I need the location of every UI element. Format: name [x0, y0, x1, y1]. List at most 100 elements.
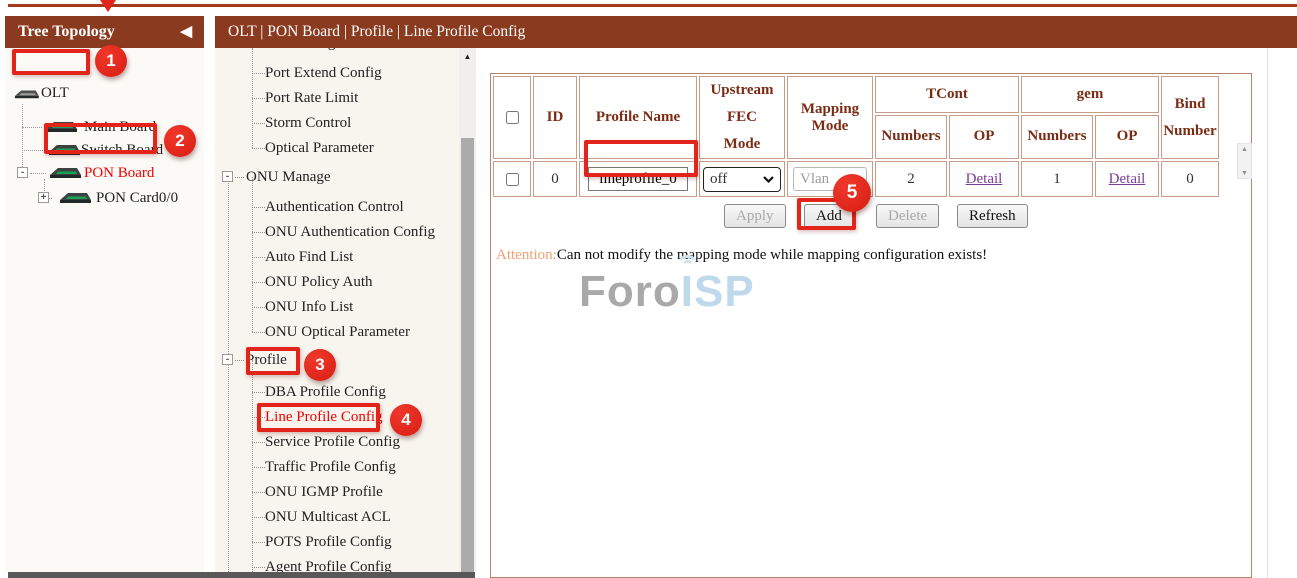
tree-branch-icon	[252, 492, 265, 493]
col-group-tcont: TCont	[875, 76, 1019, 113]
tree-branch-icon	[252, 73, 265, 74]
tree-branch-icon	[235, 360, 244, 361]
row-checkbox[interactable]	[506, 173, 519, 186]
row-scrollbar[interactable]: ▲ ▼	[1237, 143, 1252, 179]
row-tcont-numbers-cell: 2	[875, 161, 947, 197]
foroisp-watermark: ForoISP	[579, 267, 755, 317]
chevron-down-icon	[763, 176, 774, 183]
col-header-mapping-mode: Mapping Mode	[787, 76, 873, 159]
menu-item-onu-manage[interactable]: - ONU Manage	[215, 165, 455, 189]
tree-node-olt[interactable]: OLT	[5, 82, 204, 104]
menu-item-agent-profile-config[interactable]: Agent Profile Config	[215, 555, 455, 572]
col-header-id: ID	[533, 76, 577, 159]
menu-item-onu-optical-parameter[interactable]: ONU Optical Parameter	[215, 320, 455, 344]
select-all-header-cell	[493, 76, 531, 159]
menu-item-port-config[interactable]: Port Config	[215, 48, 455, 55]
menu-item-onu-info-list[interactable]: ONU Info List	[215, 295, 455, 319]
menu-item-dba-profile-config[interactable]: DBA Profile Config	[215, 380, 455, 404]
tree-node-label: PON Board	[84, 162, 154, 184]
col-header-gem-numbers: Numbers	[1021, 115, 1093, 159]
scroll-up-icon[interactable]: ▲	[1238, 145, 1251, 153]
menu-item-onu-multicast-acl[interactable]: ONU Multicast ACL	[215, 505, 455, 529]
menu-item-onu-igmp-profile[interactable]: ONU IGMP Profile	[215, 480, 455, 504]
collapse-expander-icon[interactable]: -	[222, 354, 233, 365]
board-device-icon	[44, 120, 78, 133]
row-id-cell: 0	[533, 161, 577, 197]
step-badge-2: 2	[164, 125, 196, 157]
bottom-bar	[8, 572, 475, 578]
board-device-icon	[48, 166, 82, 179]
refresh-button[interactable]: Refresh	[957, 204, 1028, 228]
tree-branch-icon	[252, 442, 265, 443]
menu-item-port-rate-limit[interactable]: Port Rate Limit	[215, 86, 455, 110]
tcont-detail-link[interactable]: Detail	[966, 171, 1003, 187]
attention-note: Attention:Can not modify the mapping mod…	[496, 247, 987, 264]
step-badge-4: 4	[390, 404, 422, 436]
tree-branch-icon	[252, 123, 265, 124]
tree-node-label: PON Card0/0	[96, 187, 178, 209]
menu-item-service-profile-config[interactable]: Service Profile Config	[215, 430, 455, 454]
tree-branch-icon	[252, 417, 265, 418]
col-group-gem: gem	[1021, 76, 1159, 113]
breadcrumb: OLT | PON Board | Profile | Line Profile…	[215, 16, 1297, 48]
tree-node-label: Switch Board	[81, 139, 163, 161]
menu-item-pots-profile-config[interactable]: POTS Profile Config	[215, 530, 455, 554]
annotation-line	[8, 4, 1297, 7]
step-badge-5: 5	[833, 174, 871, 212]
row-gem-op-cell: Detail	[1095, 161, 1159, 197]
tree-branch-icon	[252, 392, 265, 393]
col-header-bind-number: Bind Number	[1161, 76, 1219, 159]
step-badge-1: 1	[95, 45, 127, 77]
tree-branch-icon	[252, 257, 265, 258]
profile-name-input[interactable]	[588, 167, 688, 191]
tree-topology-header: Tree Topology ◀	[5, 16, 204, 48]
col-header-gem-op: OP	[1095, 115, 1159, 159]
row-tcont-op-cell: Detail	[949, 161, 1019, 197]
annotation-arrow-icon	[100, 0, 116, 12]
col-header-upstream-fec: Upstream FEC Mode	[699, 76, 785, 159]
line-profile-config-panel: ID Profile Name Upstream FEC Mode Mappin…	[490, 73, 1252, 578]
scroll-up-icon[interactable]: ▲	[459, 52, 476, 61]
menu-item-onu-policy-auth[interactable]: ONU Policy Auth	[215, 270, 455, 294]
col-header-tcont-op: OP	[949, 115, 1019, 159]
row-select-cell	[493, 161, 531, 197]
menu-item-auto-find-list[interactable]: Auto Find List	[215, 245, 455, 269]
collapse-expander-icon[interactable]: -	[222, 171, 233, 182]
tree-branch-icon	[235, 177, 244, 178]
submenu-panel: Port Config Port Extend Config Port Rate…	[215, 48, 459, 572]
scrollbar-thumb[interactable]	[461, 138, 474, 572]
gem-detail-link[interactable]: Detail	[1109, 171, 1146, 187]
attention-label: Attention:	[496, 247, 557, 263]
tree-branch-icon	[252, 567, 265, 568]
divider	[1267, 48, 1268, 578]
col-header-profile-name: Profile Name	[579, 76, 697, 159]
row-bind-number-cell: 0	[1161, 161, 1219, 197]
upstream-fec-select[interactable]: off	[703, 167, 781, 192]
tree-branch-icon	[252, 332, 265, 333]
tree-node-pon-board[interactable]: PON Board	[5, 162, 204, 184]
tree-branch-icon	[252, 307, 265, 308]
delete-button[interactable]: Delete	[876, 204, 939, 228]
tree-node-label: Main Board	[84, 116, 156, 138]
collapse-panel-icon[interactable]: ◀	[180, 16, 192, 48]
menu-item-onu-authentication-config[interactable]: ONU Authentication Config	[215, 220, 455, 244]
menu-scrollbar[interactable]: ▲	[459, 48, 476, 572]
apply-button[interactable]: Apply	[724, 204, 786, 228]
panel-title: Tree Topology	[18, 23, 115, 40]
menu-item-storm-control[interactable]: Storm Control	[215, 111, 455, 135]
board-device-icon	[58, 191, 92, 204]
menu-item-traffic-profile-config[interactable]: Traffic Profile Config	[215, 455, 455, 479]
step-badge-3: 3	[304, 349, 336, 381]
tree-branch-icon	[252, 517, 265, 518]
tree-branch-icon	[252, 542, 265, 543]
scroll-down-icon[interactable]: ▼	[1238, 169, 1251, 177]
row-fec-cell: off	[699, 161, 785, 197]
tree-node-pon-card[interactable]: PON Card0/0	[5, 187, 204, 209]
menu-item-authentication-control[interactable]: Authentication Control	[215, 195, 455, 219]
tree-branch-icon	[252, 282, 265, 283]
select-all-checkbox[interactable]	[506, 111, 519, 124]
tree-branch-icon	[252, 467, 265, 468]
tree-branch-icon	[252, 232, 265, 233]
menu-item-optical-parameter[interactable]: Optical Parameter	[215, 136, 455, 160]
menu-item-port-extend-config[interactable]: Port Extend Config	[215, 61, 455, 85]
